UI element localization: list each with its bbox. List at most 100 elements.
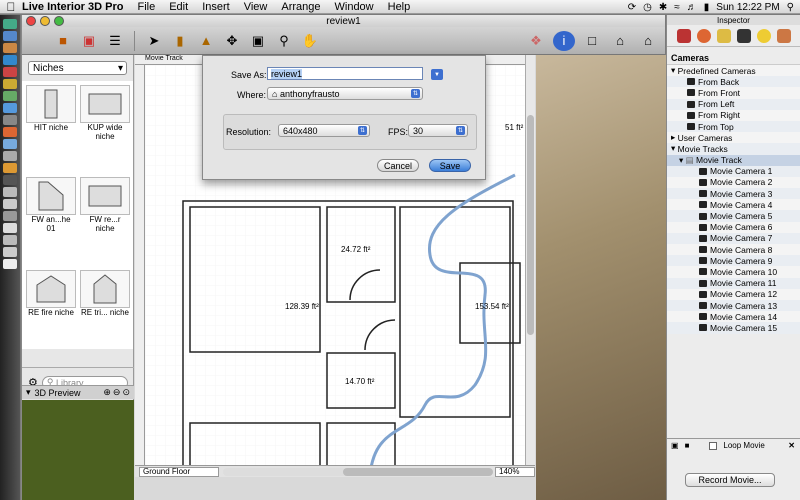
dock-app-icon[interactable]: [3, 67, 17, 77]
sync-icon[interactable]: ⟳: [628, 2, 636, 13]
tree-group-predefined[interactable]: ▾ Predefined Cameras: [667, 65, 800, 77]
dock-app-icon[interactable]: [3, 247, 17, 257]
bluetooth-icon[interactable]: ✱: [659, 2, 667, 13]
dock-app-icon[interactable]: [3, 211, 17, 221]
disclosure-triangle-icon[interactable]: ▾: [679, 155, 686, 166]
menu-view[interactable]: View: [244, 1, 268, 13]
save-as-field[interactable]: review1: [267, 67, 423, 80]
menu-window[interactable]: Window: [335, 1, 374, 13]
menu-clock[interactable]: Sun 12:22 PM: [716, 2, 779, 13]
library-item[interactable]: RE fire niche: [26, 269, 76, 345]
battery-icon[interactable]: ▮: [704, 2, 710, 13]
camera-item[interactable]: From Right: [667, 109, 800, 121]
menu-arrange[interactable]: Arrange: [281, 1, 320, 13]
zoom-window-button[interactable]: [54, 16, 64, 26]
add-camera-icon[interactable]: ▣: [671, 441, 679, 450]
movie-camera-item[interactable]: Movie Camera 6: [667, 221, 800, 233]
tree-group-movie-tracks[interactable]: ▾ Movie Tracks: [667, 143, 800, 155]
movie-camera-item[interactable]: Movie Camera 3: [667, 188, 800, 200]
library-item[interactable]: RE tri... niche: [80, 269, 130, 345]
list-icon[interactable]: ☰: [104, 31, 126, 51]
vertical-scrollbar[interactable]: [525, 55, 535, 475]
camera-item[interactable]: From Front: [667, 87, 800, 99]
close-icon[interactable]: ✕: [788, 441, 800, 450]
dock-app-icon[interactable]: [3, 43, 17, 53]
disclosure-triangle-icon[interactable]: ▾: [671, 65, 678, 76]
dock-app-icon[interactable]: [3, 103, 17, 113]
where-select[interactable]: ⌂ anthonyfrausto ⇅: [267, 87, 423, 100]
material-tab-icon[interactable]: [696, 28, 711, 43]
3d-view-icon[interactable]: ⌂: [637, 31, 659, 51]
dock-app-icon[interactable]: [3, 31, 17, 41]
dock-app-icon[interactable]: [3, 55, 17, 65]
movie-camera-item[interactable]: Movie Camera 14: [667, 311, 800, 323]
3d-view-canvas[interactable]: [536, 55, 666, 500]
spotlight-icon[interactable]: ⚲: [787, 2, 794, 13]
select-arrow-icon[interactable]: ➤: [143, 31, 165, 51]
library-icon[interactable]: ■: [52, 31, 74, 51]
camera-tool-icon[interactable]: ▣: [247, 31, 269, 51]
dock-app-icon[interactable]: [3, 175, 17, 185]
library-item[interactable]: FW re...r niche: [80, 177, 130, 261]
apple-menu-icon[interactable]: : [0, 0, 22, 14]
pan-hand-icon[interactable]: ✋: [299, 31, 321, 51]
dock-app-icon[interactable]: [3, 127, 17, 137]
expand-dialog-button[interactable]: ▼: [431, 69, 443, 80]
zoom-fit-icon[interactable]: ⊙: [122, 387, 130, 398]
plan-view-icon[interactable]: □: [581, 31, 603, 51]
camera-item[interactable]: From Left: [667, 98, 800, 110]
info-icon[interactable]: i: [553, 30, 575, 51]
menu-help[interactable]: Help: [388, 1, 411, 13]
record-movie-button[interactable]: Record Movie...: [685, 473, 775, 487]
dock-app-icon[interactable]: [3, 139, 17, 149]
cancel-button[interactable]: Cancel: [377, 159, 419, 172]
movie-camera-item[interactable]: Movie Camera 12: [667, 288, 800, 300]
movie-camera-item[interactable]: Movie Camera 9: [667, 255, 800, 267]
fps-select[interactable]: 30 ⇅: [408, 124, 468, 137]
horizontal-scrollbar[interactable]: [223, 467, 493, 476]
movie-camera-item[interactable]: Movie Camera 1: [667, 165, 800, 177]
zoom-in-icon[interactable]: ⊕: [103, 387, 111, 398]
3d-preview-canvas[interactable]: [22, 400, 134, 500]
floor-select[interactable]: Ground Floor: [139, 466, 219, 477]
disclosure-triangle-icon[interactable]: ▾: [26, 387, 31, 398]
disclosure-triangle-icon[interactable]: ▾: [671, 143, 678, 154]
menu-edit[interactable]: Edit: [169, 1, 188, 13]
movie-camera-item[interactable]: Movie Camera 4: [667, 199, 800, 211]
scrollbar-thumb[interactable]: [527, 115, 534, 335]
dock-app-icon[interactable]: [3, 79, 17, 89]
menu-insert[interactable]: Insert: [202, 1, 230, 13]
movie-camera-item[interactable]: Movie Camera 11: [667, 277, 800, 289]
camera-item[interactable]: From Back: [667, 76, 800, 88]
furniture-tab-icon[interactable]: [676, 28, 691, 43]
movie-camera-item[interactable]: Movie Camera 7: [667, 232, 800, 244]
movie-camera-item[interactable]: Movie Camera 10: [667, 266, 800, 278]
3d-preview-header[interactable]: ▾ 3D Preview ⊕ ⊖ ⊙: [22, 385, 134, 399]
clock-icon[interactable]: ◷: [643, 2, 652, 13]
close-window-button[interactable]: [26, 16, 36, 26]
dimension-tool-icon[interactable]: ✥: [221, 31, 243, 51]
dock-app-icon[interactable]: [3, 199, 17, 209]
save-button[interactable]: Save: [429, 159, 471, 172]
dock-app-icon[interactable]: [3, 115, 17, 125]
scrollbar-thumb[interactable]: [343, 467, 493, 476]
tree-group-user[interactable]: ▸ User Cameras: [667, 132, 800, 144]
movie-camera-item[interactable]: Movie Camera 8: [667, 244, 800, 256]
dock-app-icon[interactable]: [3, 91, 17, 101]
movie-camera-item[interactable]: Movie Camera 13: [667, 299, 800, 312]
furniture-icon[interactable]: ▣: [78, 31, 100, 51]
wall-tool-icon[interactable]: ▮: [169, 31, 191, 51]
dock-app-icon[interactable]: [3, 163, 17, 173]
dock-app-icon[interactable]: [3, 187, 17, 197]
minimize-window-button[interactable]: [40, 16, 50, 26]
library-category-select[interactable]: Niches ▾: [28, 61, 127, 75]
disclosure-triangle-icon[interactable]: ▸: [671, 132, 678, 143]
house-tab-icon[interactable]: [776, 28, 791, 43]
library-item[interactable]: FW an...he 01: [26, 177, 76, 261]
camera-item[interactable]: From Top: [667, 120, 800, 133]
room-tool-icon[interactable]: ▲: [195, 31, 217, 51]
wifi-icon[interactable]: ≈: [674, 2, 680, 13]
pencil-tab-icon[interactable]: [716, 28, 731, 43]
app-menu[interactable]: Live Interior 3D Pro: [22, 1, 123, 13]
volume-icon[interactable]: ♬: [687, 2, 697, 13]
